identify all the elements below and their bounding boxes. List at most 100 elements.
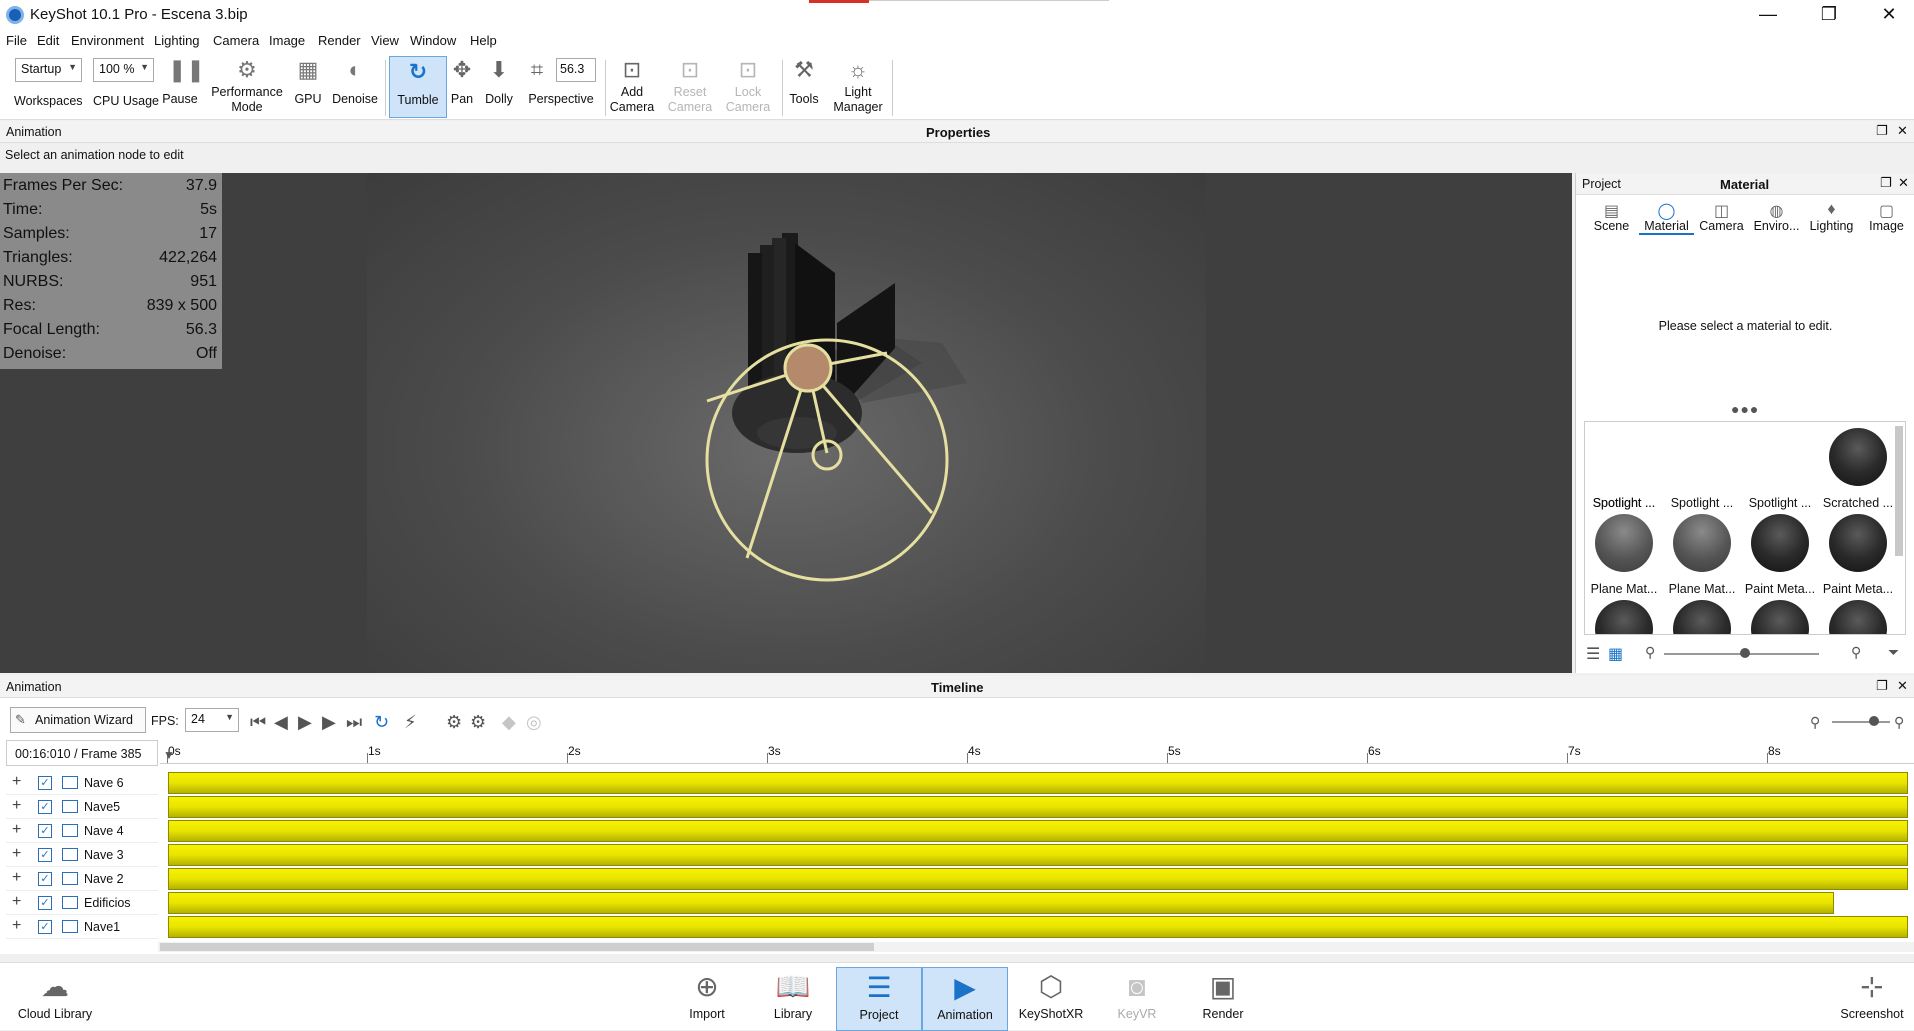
menu-environment[interactable]: Environment (71, 33, 144, 48)
menu-camera[interactable]: Camera (213, 33, 259, 48)
pause-label[interactable]: Pause (162, 92, 198, 107)
light-source-handle[interactable] (783, 343, 833, 393)
workspaces-select[interactable]: Startup ▼ (15, 58, 82, 82)
denoise-icon[interactable]: ◐ (343, 58, 367, 82)
visibility-checkbox[interactable]: ✓ (38, 872, 52, 886)
expand-icon[interactable]: + (12, 869, 21, 887)
keyframe-icon[interactable]: ◆ (502, 712, 516, 732)
track-row[interactable]: + ✓ Nave 3 (6, 843, 158, 867)
keyvr-button[interactable]: ◙ KeyVR (1094, 967, 1180, 1031)
material-swatch[interactable] (1819, 514, 1897, 572)
dolly-label[interactable]: Dolly (480, 92, 518, 107)
perspective-field[interactable]: 56.3 (556, 58, 596, 82)
add-camera-label-1[interactable]: Add (605, 85, 659, 100)
loop-icon[interactable]: ↻ (374, 712, 389, 732)
cloud-library-button[interactable]: ☁ Cloud Library (12, 967, 98, 1031)
menu-image[interactable]: Image (269, 33, 305, 48)
play-icon[interactable]: ▶ (298, 712, 312, 732)
zoom-in-icon[interactable]: ⚲ (1894, 712, 1904, 732)
playhead-icon[interactable]: ▼ (163, 748, 175, 762)
animation-button[interactable]: ▶ Animation (922, 967, 1008, 1031)
zoom-out-icon[interactable]: ⚲ (1645, 644, 1655, 661)
zoom-out-icon[interactable]: ⚲ (1810, 712, 1820, 732)
time-ruler[interactable] (160, 740, 1914, 764)
lock-camera-label-2[interactable]: Camera (721, 100, 775, 115)
visibility-checkbox[interactable]: ✓ (38, 848, 52, 862)
animation-bar[interactable] (168, 892, 1834, 914)
filter-icon[interactable]: ⏷ (1888, 644, 1899, 661)
tools-label[interactable]: Tools (786, 92, 822, 107)
light-manager-label-2[interactable]: Manager (828, 100, 888, 115)
visibility-checkbox[interactable]: ✓ (38, 800, 52, 814)
grid-scrollbar[interactable] (1895, 426, 1903, 556)
material-swatch[interactable] (1585, 514, 1663, 572)
render-view[interactable] (367, 173, 1206, 673)
timeline-zoom-thumb[interactable] (1869, 716, 1879, 726)
pan-label[interactable]: Pan (448, 92, 476, 107)
real-time-viewport[interactable]: Frames Per Sec: 37.9 Time: 5s Samples: 17 T… (0, 173, 1572, 673)
skip-to-end-icon[interactable]: ⏭ (346, 712, 362, 732)
material-swatch[interactable] (1663, 514, 1741, 572)
project-button[interactable]: ☰ Project (836, 967, 922, 1031)
material-library-grid[interactable]: Spotlight ... Spotlight ... Spotlight ..… (1584, 421, 1906, 635)
visibility-checkbox[interactable]: ✓ (38, 824, 52, 838)
visibility-checkbox[interactable]: ✓ (38, 920, 52, 934)
animation-bar[interactable] (168, 820, 1908, 842)
animation-bar[interactable] (168, 796, 1908, 818)
close-panel-icon[interactable]: ✕ (1897, 123, 1908, 139)
visibility-checkbox[interactable]: ✓ (38, 776, 52, 790)
perspective-icon[interactable]: ⌗ (525, 58, 549, 82)
add-camera-icon[interactable]: ⊡ (619, 58, 645, 82)
step-back-icon[interactable]: ◀ (274, 712, 288, 732)
material-swatch[interactable] (1585, 600, 1663, 634)
gpu-icon[interactable]: ▦ (296, 58, 320, 82)
slider-thumb[interactable] (1740, 648, 1750, 658)
maximize-button[interactable]: ❐ (1806, 0, 1852, 30)
reset-camera-label-1[interactable]: Reset (663, 85, 717, 100)
menu-window[interactable]: Window (410, 33, 456, 48)
track-row[interactable]: + ✓ Nave1 (6, 915, 158, 939)
pan-icon[interactable]: ✥ (450, 58, 474, 82)
zoom-in-icon[interactable]: ⚲ (1851, 644, 1861, 661)
close-panel-icon[interactable]: ✕ (1898, 175, 1909, 191)
light-manager-label-1[interactable]: Light (828, 85, 888, 100)
grid-view-icon[interactable]: ▦ (1608, 644, 1623, 664)
minimize-button[interactable]: — (1745, 0, 1791, 30)
tools-icon[interactable]: ⚒ (791, 58, 817, 82)
expand-icon[interactable]: + (12, 773, 21, 791)
step-forward-icon[interactable]: ▶ (322, 712, 336, 732)
tumble-button[interactable]: ↻ Tumble (389, 56, 447, 118)
material-swatch[interactable] (1741, 514, 1819, 572)
dolly-icon[interactable]: ⬇ (487, 58, 511, 82)
track-row[interactable]: + ✓ Edificios (6, 891, 158, 915)
skip-to-start-icon[interactable]: ⏮ (250, 712, 266, 732)
list-view-icon[interactable]: ☰ (1586, 644, 1600, 664)
timeline-zoom-slider[interactable] (1832, 721, 1890, 723)
tab-material[interactable]: ◯ Material (1639, 201, 1694, 235)
track-row[interactable]: + ✓ Nave5 (6, 795, 158, 819)
animation-wizard-button[interactable]: ✎ Animation Wizard (10, 707, 146, 733)
close-button[interactable]: ✕ (1866, 0, 1912, 30)
cpu-usage-select[interactable]: 100 % ▼ (93, 58, 154, 82)
add-camera-label-2[interactable]: Camera (605, 100, 659, 115)
float-panel-icon[interactable]: ❐ (1880, 175, 1892, 191)
expand-icon[interactable]: + (12, 845, 21, 863)
animation-bar[interactable] (168, 772, 1908, 794)
visibility-checkbox[interactable]: ✓ (38, 896, 52, 910)
denoise-label[interactable]: Denoise (329, 92, 381, 107)
menu-view[interactable]: View (371, 33, 399, 48)
material-swatch[interactable] (1663, 600, 1741, 634)
gpu-label[interactable]: GPU (292, 92, 324, 107)
splitter-handle-icon[interactable]: ●●● (1731, 401, 1759, 417)
menu-file[interactable]: File (6, 33, 27, 48)
pause-icon[interactable]: ❚❚ (168, 58, 205, 82)
track-row[interactable]: + ✓ Nave 4 (6, 819, 158, 843)
screenshot-button[interactable]: ⊹ Screenshot (1832, 967, 1912, 1031)
fps-select[interactable]: 24 ▼ (185, 708, 239, 732)
performance-mode-label-2[interactable]: Mode (208, 100, 286, 115)
track-row[interactable]: + ✓ Nave 2 (6, 867, 158, 891)
tab-environment[interactable]: ◍ Enviro... (1749, 201, 1804, 233)
float-panel-icon[interactable]: ❐ (1876, 123, 1888, 139)
expand-icon[interactable]: + (12, 797, 21, 815)
tab-lighting[interactable]: ♦ Lighting (1804, 201, 1859, 233)
